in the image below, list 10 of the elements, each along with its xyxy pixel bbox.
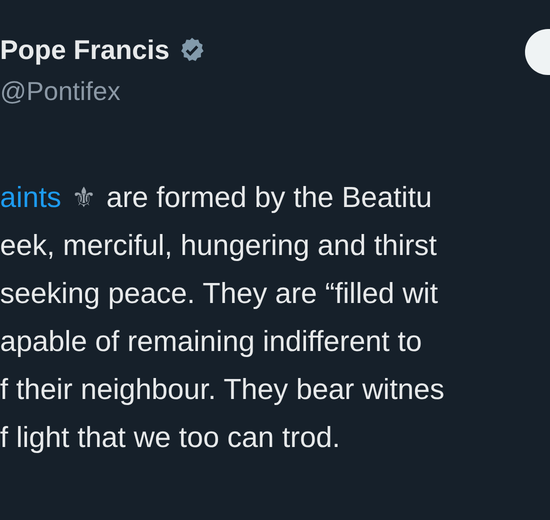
author-handle: @Pontifex xyxy=(0,76,122,106)
post-text-line: eek, merciful, hungering and thirst xyxy=(0,229,437,264)
post-text-line: are formed by the Beatitu xyxy=(106,181,432,216)
author-name: Pope Francis xyxy=(0,34,170,67)
emoji: ⚜ xyxy=(71,180,96,216)
link[interactable]: aints xyxy=(0,178,62,218)
post-text-line: apable of remaining indifferent to xyxy=(0,325,422,360)
post-text-line: seeking peace. They are “filled wit xyxy=(0,277,438,312)
post-text-line: f their neighbour. They bear witnes xyxy=(0,373,444,408)
post-text-line: f light that we too can trod. xyxy=(0,421,340,456)
